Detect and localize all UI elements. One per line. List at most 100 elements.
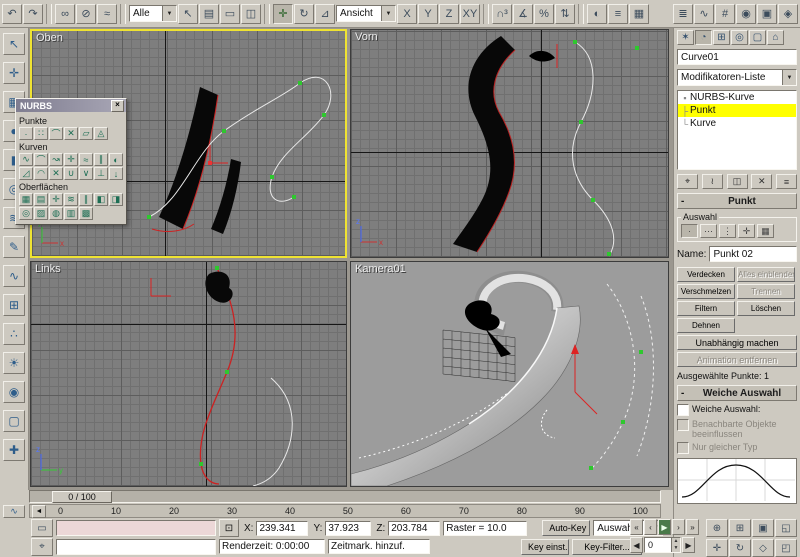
- remove-animation-button[interactable]: Animation entfernen: [677, 352, 797, 367]
- ruled-surface-icon[interactable]: ▨: [34, 207, 48, 220]
- restrict-z-icon[interactable]: Z: [439, 4, 459, 24]
- tool-helpers-icon[interactable]: ✚: [3, 439, 25, 461]
- vector-projected-curve-icon[interactable]: ↓: [109, 167, 123, 180]
- select-and-rotate-icon[interactable]: ↻: [294, 4, 314, 24]
- reference-coordsys-dropdown[interactable]: Ansicht ▼: [336, 5, 396, 22]
- chevron-down-icon[interactable]: ▼: [381, 6, 395, 21]
- nurbs-toolbox-titlebar[interactable]: NURBS ×: [16, 99, 126, 112]
- lock-selection-button[interactable]: ⊡: [219, 519, 239, 537]
- select-object-icon[interactable]: ↖: [178, 4, 198, 24]
- tool-camera-icon[interactable]: ◉: [3, 381, 25, 403]
- tool-transform-icon[interactable]: ✛: [3, 62, 25, 84]
- cv-curve-icon[interactable]: ∿: [19, 153, 33, 166]
- maxscript-mini-listener-white[interactable]: [56, 539, 216, 555]
- percent-snap-icon[interactable]: %: [534, 4, 554, 24]
- close-icon[interactable]: ×: [111, 100, 124, 112]
- material-editor-icon[interactable]: ◉: [736, 4, 756, 24]
- surface-point-icon[interactable]: ▱: [79, 127, 93, 140]
- tab-display[interactable]: ▢: [749, 30, 766, 45]
- select-column-icon[interactable]: ⋮: [719, 224, 736, 238]
- tool-scatter-icon[interactable]: ∴: [3, 323, 25, 345]
- viewport-front[interactable]: xz Vorn: [350, 29, 669, 258]
- tab-modify[interactable]: ◔: [695, 30, 712, 45]
- mirror-icon[interactable]: ◐: [587, 4, 607, 24]
- v-iso-curve-icon[interactable]: ∨: [79, 167, 93, 180]
- select-and-scale-icon[interactable]: ⊿: [315, 4, 335, 24]
- redo-icon[interactable]: ↷: [23, 4, 43, 24]
- affect-neighbors-checkbox[interactable]: [677, 419, 689, 431]
- offset-point-icon[interactable]: ∷: [34, 127, 48, 140]
- restrict-xy-plane-icon[interactable]: XY: [460, 4, 480, 24]
- uv-loft-surface-icon[interactable]: ▩: [79, 207, 93, 220]
- select-and-link-icon[interactable]: ∞: [55, 4, 75, 24]
- viewport-left[interactable]: yz Links: [30, 261, 347, 487]
- select-by-name-icon[interactable]: ▤: [199, 4, 219, 24]
- tab-motion[interactable]: ◎: [731, 30, 748, 45]
- next-key-button[interactable]: ▶: [682, 537, 695, 553]
- offset-surface-icon[interactable]: ∥: [79, 193, 93, 206]
- select-row-column-icon[interactable]: ✛: [738, 224, 755, 238]
- maxscript-mini-listener-pink[interactable]: [56, 520, 216, 536]
- spinner-icon[interactable]: ▲▼: [671, 538, 680, 552]
- viewport-label-left[interactable]: Links: [35, 263, 61, 275]
- object-name-field[interactable]: Curve01: [677, 49, 797, 65]
- track-bar[interactable]: ◄ 0102030405060708090100: [29, 504, 661, 518]
- curve-editor-icon[interactable]: ∿: [694, 4, 714, 24]
- time-slider[interactable]: 0 / 100: [29, 490, 661, 503]
- align-icon[interactable]: ≡: [608, 4, 628, 24]
- mirror-surface-icon[interactable]: ◧: [94, 193, 108, 206]
- undo-icon[interactable]: ↶: [2, 4, 22, 24]
- restrict-x-icon[interactable]: X: [397, 4, 417, 24]
- zoom-region-icon[interactable]: ◱: [775, 519, 797, 537]
- viewport-camera[interactable]: Kamera01: [350, 261, 669, 487]
- tool-lattice-icon[interactable]: ⊞: [3, 294, 25, 316]
- cap-surface-icon[interactable]: ◍: [49, 207, 63, 220]
- tab-hierarchy[interactable]: ⊞: [713, 30, 730, 45]
- surface-intersection-curve-icon[interactable]: ✕: [49, 167, 63, 180]
- spinner-snap-icon[interactable]: ⇅: [555, 4, 575, 24]
- viewport-label-top[interactable]: Oben: [36, 32, 63, 44]
- select-row-icon[interactable]: ⋯: [700, 224, 717, 238]
- normal-projected-curve-icon[interactable]: ⊥: [94, 167, 108, 180]
- viewport-label-camera[interactable]: Kamera01: [355, 263, 406, 275]
- named-selection-sets-icon[interactable]: ▦: [629, 4, 649, 24]
- stack-row-kurve[interactable]: └ Kurve: [678, 117, 796, 130]
- cv-surface-icon[interactable]: ▦: [19, 193, 33, 206]
- zoom-extents-icon[interactable]: ▣: [752, 519, 774, 537]
- extrude-surface-icon[interactable]: ◨: [109, 193, 123, 206]
- u-loft-surface-icon[interactable]: ▥: [64, 207, 78, 220]
- unlink-selection-icon[interactable]: ⊘: [76, 4, 96, 24]
- x-coord-field[interactable]: 239.341: [256, 521, 308, 536]
- select-and-move-icon[interactable]: ✛: [273, 4, 293, 24]
- soft-selection-checkbox[interactable]: [677, 404, 689, 416]
- soft-selection-rollout-header[interactable]: - Weiche Auswahl: [677, 385, 797, 401]
- z-coord-field[interactable]: 203.784: [388, 521, 440, 536]
- surface-curve-point-icon[interactable]: ◬: [94, 127, 108, 140]
- point-surface-icon[interactable]: ▤: [34, 193, 48, 206]
- create-point-icon[interactable]: ·: [19, 127, 33, 140]
- viewport-label-front[interactable]: Vorn: [355, 31, 378, 43]
- snap-toggle-3d-icon[interactable]: ∩³: [492, 4, 512, 24]
- pan-icon[interactable]: ✛: [706, 539, 728, 557]
- make-independent-button[interactable]: Unabhängig machen: [677, 335, 797, 350]
- tab-utilities[interactable]: ⌂: [767, 30, 784, 45]
- filter-button[interactable]: Filtern: [677, 301, 735, 316]
- make-unique-icon[interactable]: ◫: [727, 174, 748, 189]
- u-iso-curve-icon[interactable]: ∪: [64, 167, 78, 180]
- chevron-down-icon[interactable]: ▼: [782, 70, 796, 85]
- quick-render-icon[interactable]: ◈: [778, 4, 798, 24]
- go-to-start-button[interactable]: «: [630, 519, 643, 535]
- trackbar-mode-button[interactable]: ◄: [32, 505, 46, 518]
- curve-point-icon[interactable]: ⌒: [49, 127, 63, 140]
- schematic-view-icon[interactable]: #: [715, 4, 735, 24]
- remove-modifier-icon[interactable]: ✕: [751, 174, 772, 189]
- fuse-button[interactable]: Verschmelzen: [677, 284, 735, 299]
- tab-create[interactable]: ✶: [677, 30, 694, 45]
- select-all-points-icon[interactable]: ▦: [757, 224, 774, 238]
- stack-row-punkt[interactable]: ├ Punkt: [678, 104, 796, 117]
- rectangular-selection-region-icon[interactable]: ▭: [220, 4, 240, 24]
- mirror-curve-icon[interactable]: ◐: [109, 153, 123, 166]
- restrict-y-icon[interactable]: Y: [418, 4, 438, 24]
- open-mini-curve-editor-button[interactable]: ∿: [3, 505, 25, 518]
- chevron-down-icon[interactable]: ▼: [162, 6, 176, 21]
